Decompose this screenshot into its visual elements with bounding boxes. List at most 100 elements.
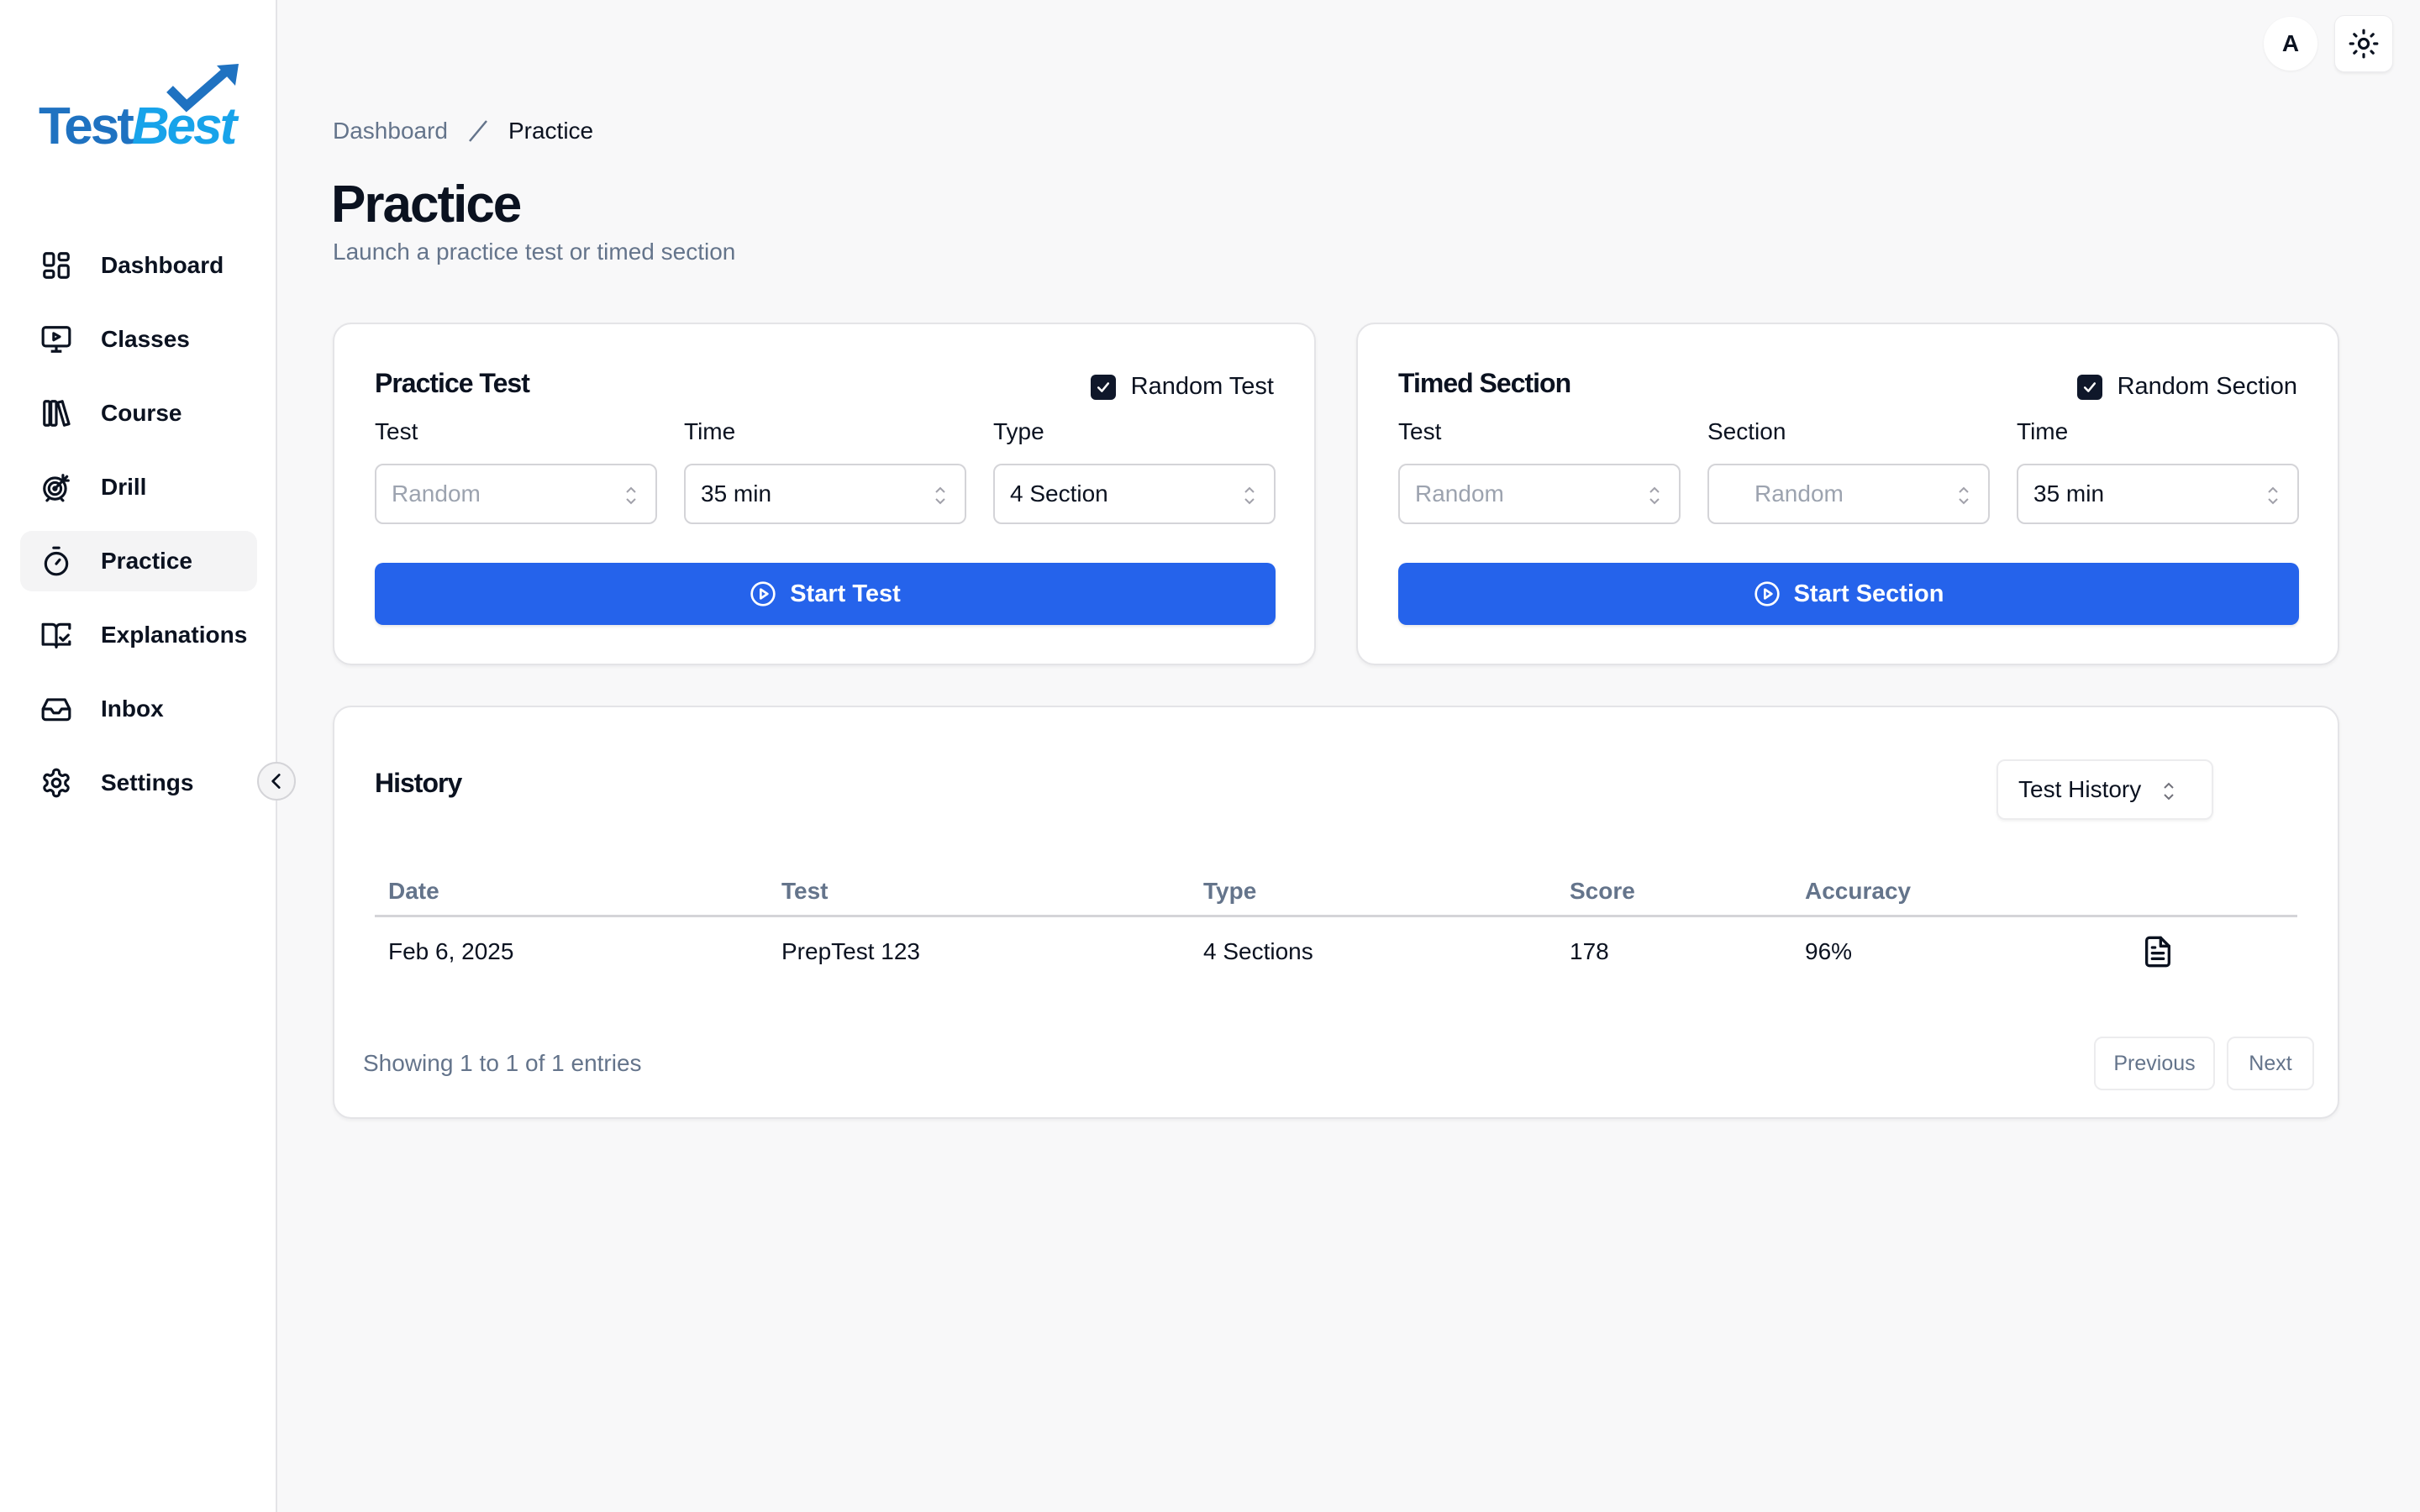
sidebar-item-course[interactable]: Course — [20, 383, 257, 444]
logo-text: TestBest — [39, 101, 237, 153]
chevron-left-icon — [271, 774, 281, 789]
chevrons-up-down-icon — [935, 486, 945, 505]
checkbox-checked[interactable] — [2076, 374, 2102, 400]
sidebar-item-label: Course — [101, 400, 182, 426]
column-header-date[interactable]: Date — [375, 878, 781, 905]
time-select[interactable]: 35 min — [684, 464, 966, 524]
sidebar-item-label: Explanations — [101, 622, 248, 648]
select-value: 35 min — [701, 480, 772, 507]
inbox-icon — [40, 693, 72, 725]
select-value: Random — [1754, 480, 1844, 507]
pagination-summary: Showing 1 to 1 of 1 entries — [363, 1050, 642, 1076]
checkbox-label: Random Test — [1130, 373, 1274, 400]
cell-accuracy: 96% — [1805, 938, 1853, 964]
column-header-score[interactable]: Score — [1570, 878, 1805, 905]
type-select[interactable]: 4 Section — [993, 464, 1276, 524]
select-value: 35 min — [2033, 480, 2105, 507]
check-icon — [1097, 381, 1109, 392]
gear-icon — [40, 767, 72, 799]
sidebar-item-inbox[interactable]: Inbox — [20, 679, 257, 739]
column-header-type[interactable]: Type — [1203, 878, 1570, 905]
check-icon — [2083, 381, 2096, 392]
sidebar-item-label: Practice — [101, 548, 192, 574]
chevrons-up-down-icon — [2268, 486, 2278, 505]
test-field: Test Random — [375, 418, 657, 524]
breadcrumb-current: Practice — [508, 118, 594, 144]
field-label: Time — [2017, 418, 2069, 444]
button-label: Start Section — [1793, 580, 1944, 607]
test-select[interactable]: Random — [1398, 464, 1681, 524]
chevrons-up-down-icon — [1244, 486, 1255, 505]
theme-toggle-button[interactable] — [2334, 15, 2393, 72]
sidebar-nav: Dashboard Classes Course Drill Practice — [20, 235, 257, 827]
sidebar-item-dashboard[interactable]: Dashboard — [20, 235, 257, 296]
table-row[interactable]: Feb 6, 2025 PrepTest 123 4 Sections 178 … — [375, 917, 2297, 986]
cell-date: Feb 6, 2025 — [388, 938, 514, 964]
next-page-button[interactable]: Next — [2227, 1037, 2314, 1090]
page-title: Practice — [331, 176, 522, 234]
cell-type: 4 Sections — [1203, 938, 1313, 964]
sidebar-item-drill[interactable]: Drill — [20, 457, 257, 517]
select-value: Test History — [2018, 776, 2142, 802]
testbest-logo[interactable]: TestBest — [39, 64, 240, 156]
book-check-icon — [40, 619, 72, 651]
play-circle-icon — [1754, 581, 1780, 606]
test-select[interactable]: Random — [375, 464, 657, 524]
select-value: 4 Section — [1010, 480, 1108, 507]
sun-icon — [2349, 29, 2379, 59]
practice-test-card: Practice Test Random Test Test Random Ti… — [333, 323, 1316, 665]
random-test-checkbox[interactable]: Random Test — [1090, 373, 1274, 401]
chevrons-up-down-icon — [626, 486, 636, 505]
start-test-button[interactable]: Start Test — [375, 563, 1276, 625]
user-avatar[interactable]: A — [2264, 17, 2317, 71]
time-field: Time 35 min — [2017, 418, 2299, 524]
sidebar-item-classes[interactable]: Classes — [20, 309, 257, 370]
sidebar-item-practice[interactable]: Practice — [20, 531, 257, 591]
cell-actions — [2141, 935, 2242, 969]
checkbox-checked[interactable] — [1090, 374, 1116, 400]
column-header-accuracy[interactable]: Accuracy — [1805, 878, 2141, 905]
random-section-checkbox[interactable]: Random Section — [2076, 373, 2297, 401]
table-header: Date Test Type Score Accuracy — [375, 867, 2297, 917]
previous-page-button[interactable]: Previous — [2094, 1037, 2215, 1090]
library-icon — [40, 397, 72, 429]
field-label: Type — [993, 418, 1044, 444]
sidebar-item-label: Classes — [101, 326, 190, 352]
chevrons-up-down-icon — [1649, 486, 1660, 505]
start-section-button[interactable]: Start Section — [1398, 563, 2299, 625]
field-label: Test — [375, 418, 418, 444]
monitor-play-icon — [40, 323, 72, 355]
time-field: Time 35 min — [684, 418, 966, 524]
select-value: Random — [392, 480, 481, 507]
timed-section-card: Timed Section Random Section Test Random… — [1356, 323, 2339, 665]
breadcrumb-dashboard-link[interactable]: Dashboard — [333, 118, 448, 144]
history-filter-select[interactable]: Test History — [1996, 759, 2213, 820]
sidebar-collapse-button[interactable] — [257, 762, 296, 801]
timer-icon — [40, 545, 72, 577]
button-label: Start Test — [790, 580, 901, 607]
test-field: Test Random — [1398, 418, 1681, 524]
cell-test: PrepTest 123 — [781, 938, 920, 964]
time-select[interactable]: 35 min — [2017, 464, 2299, 524]
field-label: Section — [1707, 418, 1786, 444]
sidebar-item-label: Drill — [101, 474, 147, 500]
sidebar-item-label: Inbox — [101, 696, 164, 722]
sidebar-item-explanations[interactable]: Explanations — [20, 605, 257, 665]
sidebar-item-settings[interactable]: Settings — [20, 753, 257, 813]
play-circle-icon — [750, 581, 776, 606]
logo-text-test: Test — [39, 97, 134, 155]
file-text-icon[interactable] — [2141, 935, 2175, 969]
section-select[interactable]: Random — [1707, 464, 1990, 524]
history-title: History — [375, 768, 462, 798]
field-label: Time — [684, 418, 736, 444]
page-subtitle: Launch a practice test or timed section — [333, 239, 736, 265]
section-field: Section Random — [1707, 418, 1990, 524]
history-table: Date Test Type Score Accuracy Feb 6, 202… — [375, 867, 2297, 986]
sidebar-item-label: Dashboard — [101, 252, 224, 278]
history-card: History Test History Date Test Type Scor… — [333, 706, 2339, 1119]
field-label: Test — [1398, 418, 1442, 444]
sidebar-item-label: Settings — [101, 769, 194, 795]
card-title: Practice Test — [375, 368, 530, 398]
type-field: Type 4 Section — [993, 418, 1276, 524]
column-header-test[interactable]: Test — [781, 878, 1203, 905]
